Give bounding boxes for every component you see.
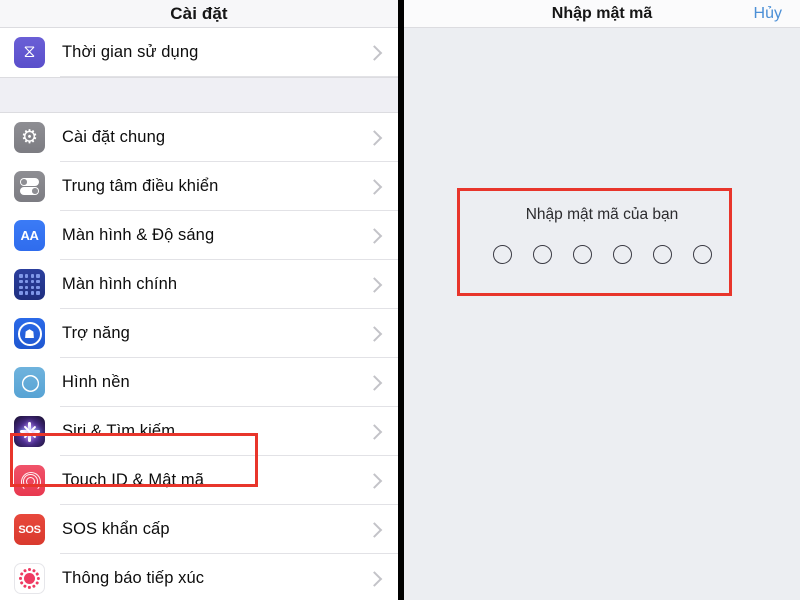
sidebar-item-screen-time[interactable]: ⧖ Thời gian sử dụng: [0, 28, 398, 77]
siri-spark-glyph: [19, 421, 41, 443]
wallpaper-icon: [14, 367, 45, 398]
sidebar-item-home-screen[interactable]: Màn hình chính: [0, 260, 398, 309]
aa-glyph: AA: [20, 228, 39, 243]
chevron-right-icon: [366, 44, 383, 61]
chevron-right-icon: [366, 423, 383, 440]
passcode-dot: [492, 245, 512, 264]
person-glyph: ☗: [24, 326, 35, 341]
row-separator: [60, 76, 398, 77]
passcode-page-title: Nhập mật mã: [551, 4, 653, 22]
sidebar-item-label: Thời gian sử dụng: [62, 43, 199, 61]
sidebar-item-control-center[interactable]: Trung tâm điều khiển: [0, 162, 398, 211]
control-center-icon: [14, 171, 45, 202]
toggle-on: [20, 187, 39, 196]
sidebar-item-label: Trợ năng: [62, 324, 130, 342]
sos-glyph: SOS: [18, 523, 41, 536]
home-screen-icon: [14, 269, 45, 300]
passcode-panel: Nhập mật mã Hủy Nhập mật mã của bạn: [404, 0, 800, 600]
toggle-rows: [20, 176, 39, 197]
settings-nav-bar: Cài đặt: [0, 0, 398, 28]
exposure-notification-icon: [14, 563, 45, 594]
sidebar-item-display-brightness[interactable]: AA Màn hình & Độ sáng: [0, 211, 398, 260]
screen-time-icon: ⧖: [14, 37, 45, 68]
chevron-right-icon: [366, 570, 383, 587]
sidebar-item-label: Siri & Tìm kiếm: [62, 422, 176, 440]
sidebar-item-general[interactable]: ⚙ Cài đặt chung: [0, 113, 398, 162]
sidebar-item-label: SOS khẩn cấp: [62, 520, 170, 538]
sidebar-item-exposure-notifications[interactable]: Thông báo tiếp xúc: [0, 554, 398, 600]
highlight-box-passcode: [457, 188, 732, 296]
sos-icon: SOS: [14, 514, 45, 545]
sidebar-item-label: Màn hình & Độ sáng: [62, 226, 215, 244]
siri-icon: [14, 416, 45, 447]
sidebar-item-label: Touch ID & Mật mã: [62, 471, 204, 489]
list-group-gap: [0, 77, 398, 113]
passcode-dots[interactable]: [404, 245, 800, 264]
toggle-off: [20, 177, 39, 186]
sidebar-item-label: Màn hình chính: [62, 275, 178, 293]
sidebar-item-label: Cài đặt chung: [62, 128, 166, 146]
sidebar-item-siri-search[interactable]: Siri & Tìm kiếm: [0, 407, 398, 456]
exposure-core: [24, 573, 35, 584]
sidebar-item-label: Trung tâm điều khiển: [62, 177, 219, 195]
sidebar-item-wallpaper[interactable]: Hình nền: [0, 358, 398, 407]
passcode-dot: [652, 245, 672, 264]
gear-glyph: ⚙: [20, 126, 39, 148]
passcode-prompt: Nhập mật mã của bạn: [525, 206, 679, 223]
app-grid-glyph: [19, 274, 40, 295]
accessibility-icon: ☗: [14, 318, 45, 349]
passcode-nav-bar: Nhập mật mã Hủy: [404, 0, 800, 28]
chevron-right-icon: [366, 374, 383, 391]
passcode-dot: [532, 245, 552, 264]
passcode-entry-area: Nhập mật mã của bạn: [404, 188, 800, 298]
chevron-right-icon: [366, 325, 383, 342]
hourglass-glyph: ⧖: [23, 42, 36, 62]
screenshot-root: Cài đặt ⧖ Thời gian sử dụng ⚙ Cài đặt ch…: [0, 0, 800, 600]
touch-id-icon: [14, 465, 45, 496]
accessibility-ring: ☗: [17, 321, 42, 346]
chevron-right-icon: [366, 129, 383, 146]
chevron-right-icon: [366, 472, 383, 489]
chevron-right-icon: [366, 276, 383, 293]
cancel-button[interactable]: Hủy: [754, 5, 782, 23]
sidebar-item-touch-id-passcode[interactable]: Touch ID & Mật mã: [0, 456, 398, 505]
sidebar-item-label: Thông báo tiếp xúc: [62, 569, 205, 587]
settings-panel: Cài đặt ⧖ Thời gian sử dụng ⚙ Cài đặt ch…: [0, 0, 398, 600]
display-brightness-icon: AA: [14, 220, 45, 251]
exposure-glyph: [18, 567, 42, 591]
passcode-dot: [612, 245, 632, 264]
chevron-right-icon: [366, 178, 383, 195]
flower-glyph: [19, 372, 42, 395]
passcode-dot: [692, 245, 712, 264]
gear-icon: ⚙: [14, 122, 45, 153]
sidebar-item-accessibility[interactable]: ☗ Trợ năng: [0, 309, 398, 358]
passcode-dot: [572, 245, 592, 264]
fingerprint-glyph: [20, 471, 41, 492]
page-title: Cài đặt: [170, 3, 228, 23]
settings-list: ⧖ Thời gian sử dụng ⚙ Cài đặt chung Trun…: [0, 28, 398, 600]
chevron-right-icon: [366, 227, 383, 244]
sidebar-item-emergency-sos[interactable]: SOS SOS khẩn cấp: [0, 505, 398, 554]
sidebar-item-label: Hình nền: [62, 373, 130, 391]
chevron-right-icon: [366, 521, 383, 538]
